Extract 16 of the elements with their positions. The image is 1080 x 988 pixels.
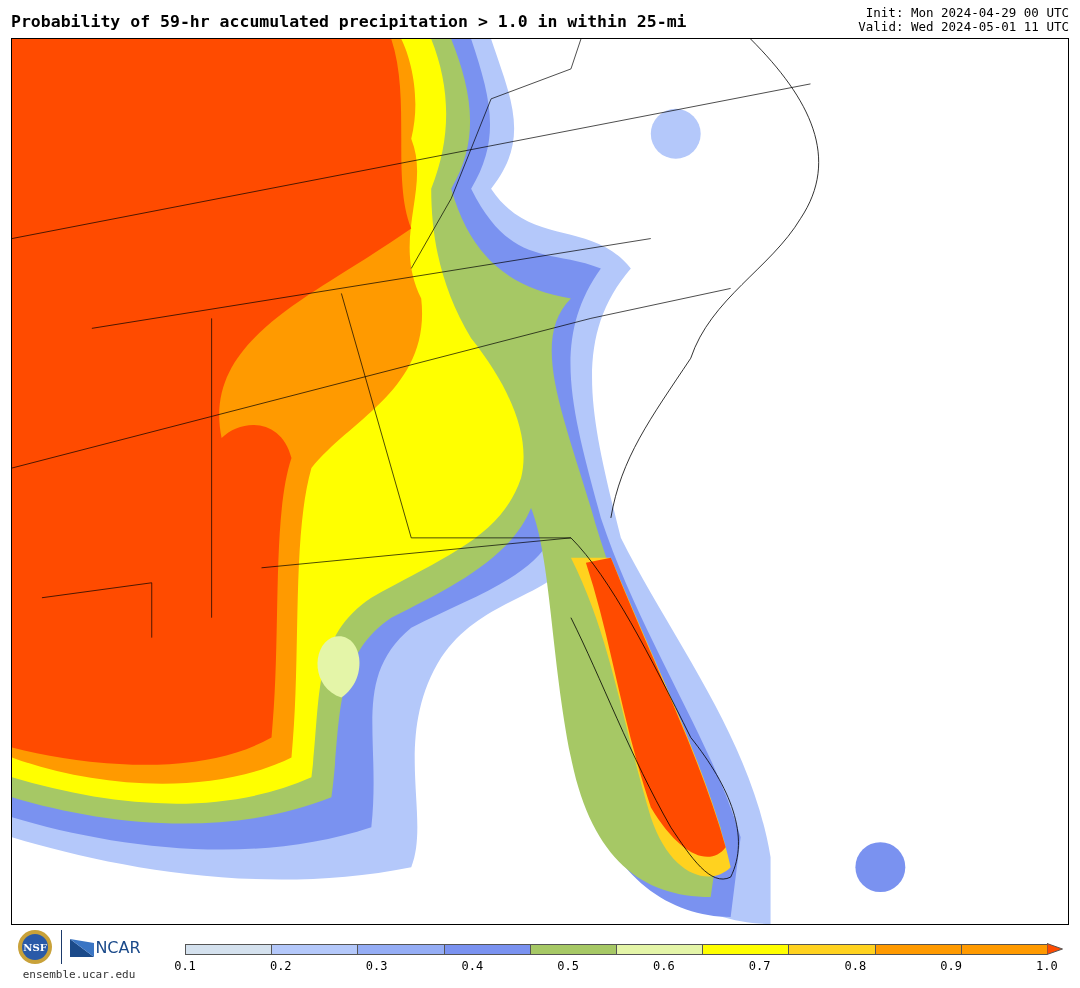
tick-label: 1.0: [1035, 959, 1059, 973]
valid-time: Valid: Wed 2024-05-01 11 UTC: [858, 20, 1069, 34]
website-url: ensemble.ucar.edu: [22, 968, 136, 981]
ncar-logo: NCAR: [70, 937, 141, 957]
tick-label: 0.7: [747, 959, 772, 973]
tick-label: 0.3: [364, 959, 389, 973]
tick-label: 0.2: [268, 959, 293, 973]
tick-label: 0.6: [652, 959, 676, 973]
tick-label: 0.4: [460, 959, 485, 973]
init-time: Init: Mon 2024-04-29 00 UTC: [865, 6, 1069, 20]
tick-label: 0.5: [556, 959, 580, 973]
tick-label: 0.9: [939, 959, 963, 973]
chart-title: Probability of 59-hr accumulated precipitation > 1.0 in within 25-mi: [11, 12, 687, 31]
tick-label: 0.1: [173, 959, 197, 973]
tick-label: 0.8: [843, 959, 868, 973]
nsf-logo: NSF: [17, 929, 54, 965]
